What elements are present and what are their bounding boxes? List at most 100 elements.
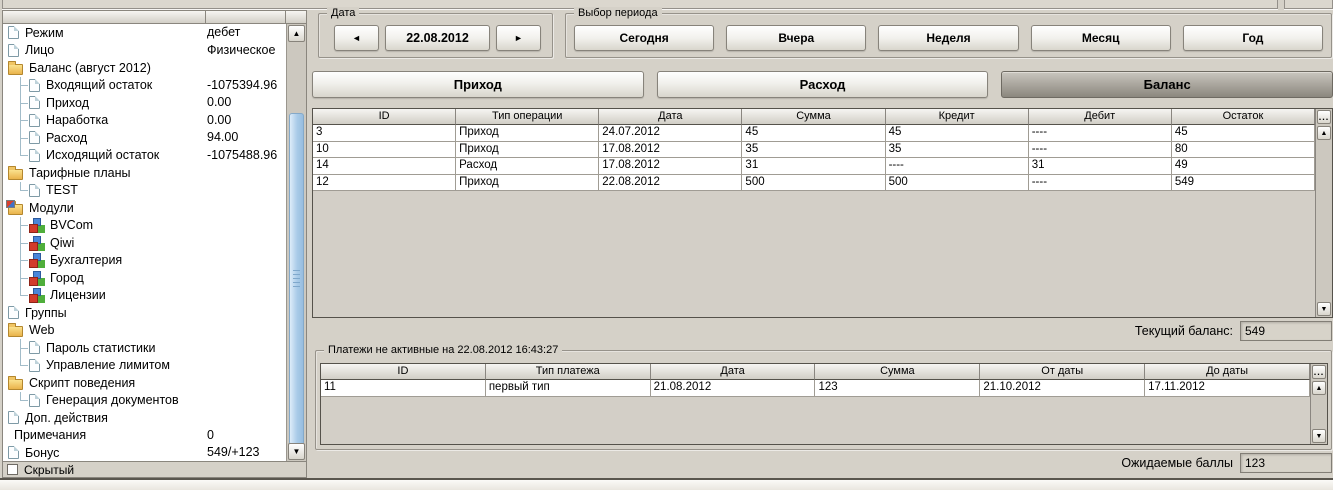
column-header[interactable]: Дебит bbox=[1029, 109, 1172, 125]
sidebar-scrollbar[interactable]: ▲ ▼ bbox=[286, 24, 306, 461]
tree-item[interactable]: ЛицоФизическое bbox=[3, 42, 286, 60]
tree-item[interactable]: Входящий остаток-1075394.96 bbox=[3, 77, 286, 95]
table-cell: 17.11.2012 bbox=[1145, 380, 1310, 397]
column-header[interactable]: До даты bbox=[1145, 364, 1310, 380]
table-cell: 500 bbox=[742, 175, 885, 192]
table-cell: 21.10.2012 bbox=[980, 380, 1145, 397]
tree-item[interactable]: Бухгалтерия bbox=[3, 252, 286, 270]
doc-icon bbox=[8, 26, 19, 39]
tree-item[interactable]: Тарифные планы bbox=[3, 164, 286, 182]
payments-scroll-up[interactable]: ▲ bbox=[1312, 381, 1326, 395]
column-header[interactable]: Сумма bbox=[742, 109, 885, 125]
column-header[interactable]: Тип платежа bbox=[486, 364, 651, 380]
tree-item-value: дебет bbox=[207, 24, 240, 42]
period-button-today[interactable]: Сегодня bbox=[574, 25, 714, 51]
tree-item-label: Модули bbox=[29, 201, 74, 215]
scrollbar-thumb[interactable] bbox=[289, 113, 304, 445]
table-row[interactable]: 10Приход17.08.20123535----80 bbox=[313, 142, 1315, 159]
hidden-checkbox-label: Скрытый bbox=[24, 463, 74, 477]
operations-header: IDТип операцииДатаСуммаКредитДебитОстато… bbox=[313, 109, 1315, 125]
tree-item[interactable]: Генерация документов bbox=[3, 392, 286, 410]
tree-item[interactable]: Бонус549/+123 bbox=[3, 444, 286, 461]
tree-item[interactable]: Примечания0 bbox=[3, 427, 286, 445]
tree-item-label: Скрипт поведения bbox=[29, 376, 135, 390]
tree-connector-line bbox=[13, 357, 29, 375]
current-balance-field[interactable]: 549 bbox=[1240, 321, 1332, 341]
sidebar-tree: РежимдебетЛицоФизическоеБаланс (август 2… bbox=[3, 24, 286, 461]
column-header[interactable]: Дата bbox=[651, 364, 816, 380]
table-cell: 22.08.2012 bbox=[599, 175, 742, 192]
column-header[interactable]: Тип операции bbox=[456, 109, 599, 125]
column-header[interactable]: От даты bbox=[980, 364, 1145, 380]
tree-item[interactable]: Лицензии bbox=[3, 287, 286, 305]
tree-item[interactable]: Баланс (август 2012) bbox=[3, 59, 286, 77]
tab-rashod[interactable]: Расход bbox=[657, 71, 989, 98]
inactive-payments-group: Платежи не активные на 22.08.2012 16:43:… bbox=[315, 350, 1332, 450]
tree-item[interactable]: TEST bbox=[3, 182, 286, 200]
expected-points-field[interactable]: 123 bbox=[1240, 453, 1332, 473]
tree-item[interactable]: Пароль статистики bbox=[3, 339, 286, 357]
tree-item[interactable]: Город bbox=[3, 269, 286, 287]
tree-item[interactable]: Наработка0.00 bbox=[3, 112, 286, 130]
date-group-title: Дата bbox=[327, 7, 359, 20]
tab-balans[interactable]: Баланс bbox=[1001, 71, 1333, 98]
table-cell: 45 bbox=[1172, 125, 1315, 142]
tree-header-name-column[interactable] bbox=[3, 11, 206, 24]
column-header[interactable]: Дата bbox=[599, 109, 742, 125]
period-button-week[interactable]: Неделя bbox=[878, 25, 1018, 51]
tree-item[interactable]: Режимдебет bbox=[3, 24, 286, 42]
tree-connector-line bbox=[13, 112, 29, 130]
tree-item[interactable]: Приход0.00 bbox=[3, 94, 286, 112]
scroll-up-icon[interactable]: ▲ bbox=[288, 25, 305, 42]
column-header[interactable]: ID bbox=[313, 109, 456, 125]
payments-scroll-down[interactable]: ▼ bbox=[1312, 429, 1326, 443]
period-button-year[interactable]: Год bbox=[1183, 25, 1323, 51]
payments-more-columns-button[interactable]: ... bbox=[1312, 365, 1326, 379]
tree-item[interactable]: Модули bbox=[3, 199, 286, 217]
hidden-checkbox[interactable] bbox=[7, 464, 18, 475]
tree-header-value-column[interactable] bbox=[206, 11, 286, 24]
scroll-down-icon[interactable]: ▼ bbox=[288, 443, 305, 460]
date-button[interactable]: 22.08.2012 bbox=[385, 25, 490, 51]
period-button-yesterday[interactable]: Вчера bbox=[726, 25, 866, 51]
column-header[interactable]: ID bbox=[321, 364, 486, 380]
period-button-month[interactable]: Месяц bbox=[1031, 25, 1171, 51]
column-header[interactable]: Остаток bbox=[1172, 109, 1315, 125]
date-group: Дата ◄ 22.08.2012 ► bbox=[318, 13, 553, 58]
tree-item[interactable]: Управление лимитом bbox=[3, 357, 286, 375]
tree-item[interactable]: Исходящий остаток-1075488.96 bbox=[3, 147, 286, 165]
tree-item[interactable]: Web bbox=[3, 322, 286, 340]
tree-item-value: 0.00 bbox=[207, 112, 231, 130]
tree-item-label: Примечания bbox=[14, 428, 86, 442]
payments-scrollbar[interactable]: ... ▲ ▼ bbox=[1310, 364, 1327, 444]
tree-item[interactable]: Qiwi bbox=[3, 234, 286, 252]
table-row[interactable]: 14Расход17.08.201231----3149 bbox=[313, 158, 1315, 175]
next-date-button[interactable]: ► bbox=[496, 25, 541, 51]
operations-scroll-down[interactable]: ▼ bbox=[1317, 302, 1331, 316]
table-cell: 17.08.2012 bbox=[599, 142, 742, 159]
table-row[interactable]: 11первый тип21.08.201212321.10.201217.11… bbox=[321, 380, 1310, 397]
cubes-icon bbox=[29, 271, 44, 285]
more-columns-button[interactable]: ... bbox=[1317, 110, 1331, 124]
tree-item-label: Баланс (август 2012) bbox=[29, 61, 151, 75]
status-bar bbox=[0, 478, 1333, 490]
operations-scroll-up[interactable]: ▲ bbox=[1317, 126, 1331, 140]
tree-item[interactable]: Группы bbox=[3, 304, 286, 322]
column-header[interactable]: Сумма bbox=[815, 364, 980, 380]
table-cell: 12 bbox=[313, 175, 456, 192]
operations-scrollbar[interactable]: ... ▲ ▼ bbox=[1315, 109, 1332, 317]
tree-item-value: 549/+123 bbox=[207, 444, 259, 461]
tree-header-corner bbox=[286, 11, 306, 24]
tab-prihod[interactable]: Приход bbox=[312, 71, 644, 98]
tree-item[interactable]: Доп. действия bbox=[3, 409, 286, 427]
table-row[interactable]: 12Приход22.08.2012500500----549 bbox=[313, 175, 1315, 192]
table-row[interactable]: 3Приход24.07.20124545----45 bbox=[313, 125, 1315, 142]
tree-item[interactable]: BVCom bbox=[3, 217, 286, 235]
tree-item[interactable]: Расход94.00 bbox=[3, 129, 286, 147]
tree-item[interactable]: Скрипт поведения bbox=[3, 374, 286, 392]
tree-connector-line bbox=[13, 234, 29, 252]
tree-item-label: Приход bbox=[46, 96, 89, 110]
column-header[interactable]: Кредит bbox=[886, 109, 1029, 125]
prev-date-button[interactable]: ◄ bbox=[334, 25, 379, 51]
tree-item-label: Управление лимитом bbox=[46, 358, 170, 372]
